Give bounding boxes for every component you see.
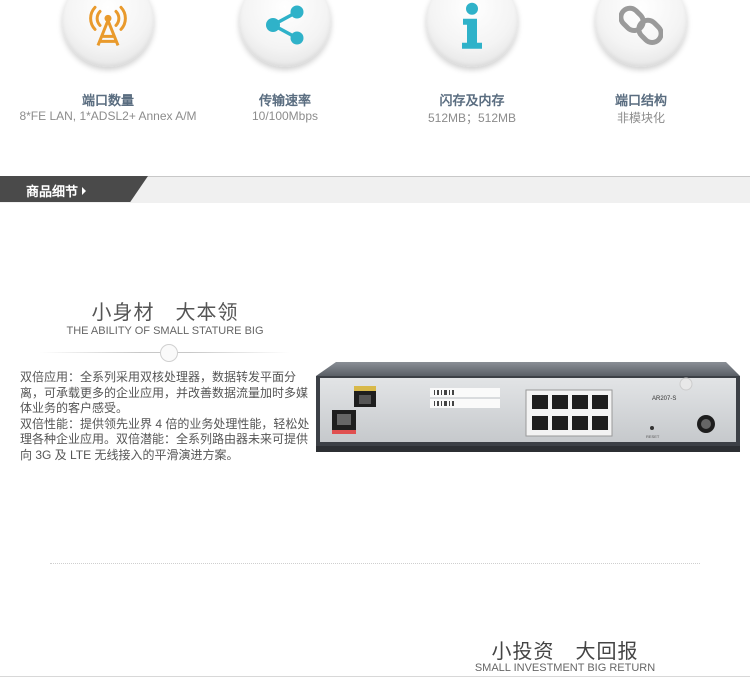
- feature-icon-circle: [239, 0, 331, 67]
- section-subtitle: SMALL INVESTMENT BIG RETURN: [474, 662, 656, 674]
- section-title: 小身材 大本领: [91, 302, 239, 324]
- feature-icon-circle: [62, 0, 154, 67]
- feature-title: 端口结构: [614, 93, 667, 108]
- section-header-text: 商品细节: [26, 184, 79, 199]
- reset-label: RESET: [646, 434, 660, 439]
- section-title: 小投资 大回报: [491, 641, 639, 663]
- description-paragraph: 双倍性能：提供领先业界 4 倍的业务处理性能，轻松处理各种企业应用。双倍潜能：全…: [20, 416, 310, 462]
- router-image: AR207-S RESET: [316, 362, 740, 452]
- feature-value: 512MB；512MB: [427, 111, 517, 125]
- feature-title: 闪存及内存: [439, 93, 505, 108]
- section-header-label: 商品细节: [26, 181, 87, 200]
- dotted-divider: [50, 563, 700, 564]
- feature-value: 10/100Mbps: [251, 109, 319, 123]
- ground-screw: [679, 377, 693, 391]
- chevron-right-icon: [82, 187, 87, 195]
- adsl-port: [332, 410, 356, 434]
- section-subtitle: THE ABILITY OF SMALL STATURE BIG: [66, 325, 264, 337]
- reset-button: [650, 426, 654, 430]
- share-icon: [266, 5, 304, 45]
- antenna-tower-icon: [89, 5, 127, 46]
- feature-value: 8*FE LAN, 1*ADSL2+ Annex A/M: [19, 109, 197, 123]
- feature-title: 传输速率: [258, 93, 311, 108]
- feature-title: 端口数量: [81, 93, 134, 108]
- router-model: AR207-S: [652, 396, 676, 402]
- chain-link-icon: [619, 5, 663, 46]
- feature-description: 双倍应用：全系列采用双核处理器，数据转发平面分离，可承载更多的企业应用，并改善数…: [20, 370, 310, 463]
- feature-icon-circle: [595, 0, 687, 67]
- description-paragraph: 双倍应用：全系列采用双核处理器，数据转发平面分离，可承载更多的企业应用，并改善数…: [20, 370, 309, 415]
- info-icon: [462, 2, 482, 49]
- divider-ornament-icon: [160, 344, 178, 362]
- feature-icon-circle: [426, 0, 518, 67]
- feature-value: 非模块化: [616, 111, 665, 125]
- console-port: [354, 386, 376, 407]
- lan-ports-panel: [525, 389, 613, 437]
- power-port: [697, 415, 715, 433]
